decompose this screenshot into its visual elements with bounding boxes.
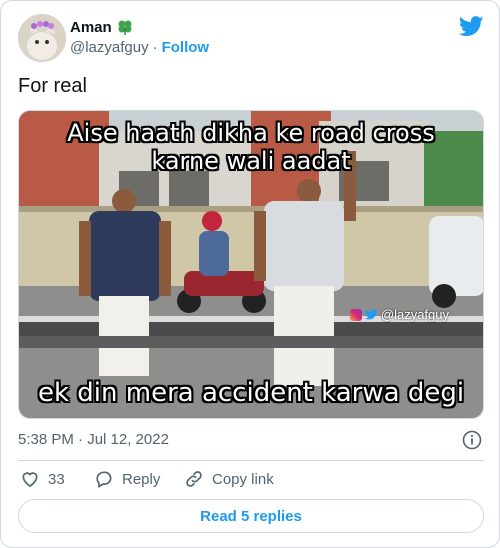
twitter-bird-icon [364,309,378,320]
info-icon[interactable] [462,430,482,450]
reply-button[interactable]: Reply [94,469,184,489]
meme-caption-top-line1: Aise haath dikha ke road cross [67,119,435,147]
copy-link-button[interactable]: Copy link [184,469,304,489]
tweet-media-image[interactable]: Aise haath dikha ke road cross karne wal… [18,110,484,419]
like-button[interactable]: 33 [20,469,94,489]
author-handle-row: @lazyafguy · Follow [70,39,209,56]
clover-icon [118,20,132,35]
twitter-bird-icon[interactable] [459,16,484,37]
meme-caption-top: Aise haath dikha ke road cross karne wal… [19,119,483,175]
tweet-timestamp[interactable]: 5:38 PM · Jul 12, 2022 [18,431,169,448]
tweet-text: For real [18,75,87,97]
tweet-card: Aman @lazyafguy · Follow For real Aise h… [0,0,500,548]
author-name[interactable]: Aman [70,19,112,36]
meme-caption-bottom: ek din mera accident karwa degi [37,378,465,408]
avatar[interactable] [18,14,66,62]
like-count: 33 [48,470,65,488]
divider [18,460,484,461]
reply-bubble-icon [96,471,112,488]
heart-icon [22,472,38,488]
watermark-handle: @lazyafguy [380,307,449,322]
action-bar: 33 Reply Copy link [20,469,304,489]
read-replies-button[interactable]: Read 5 replies [18,499,484,533]
separator-dot: · [152,39,158,56]
link-icon [186,471,202,487]
instagram-icon [349,308,362,321]
meme-watermark: @lazyafguy [349,307,449,322]
author-name-row[interactable]: Aman [70,18,134,36]
copy-link-label: Copy link [212,470,274,488]
reply-label: Reply [122,470,161,488]
meme-caption-top-line2: karne wali aadat [151,147,351,175]
author-handle[interactable]: @lazyafguy [70,39,149,56]
follow-button[interactable]: Follow [162,39,210,56]
